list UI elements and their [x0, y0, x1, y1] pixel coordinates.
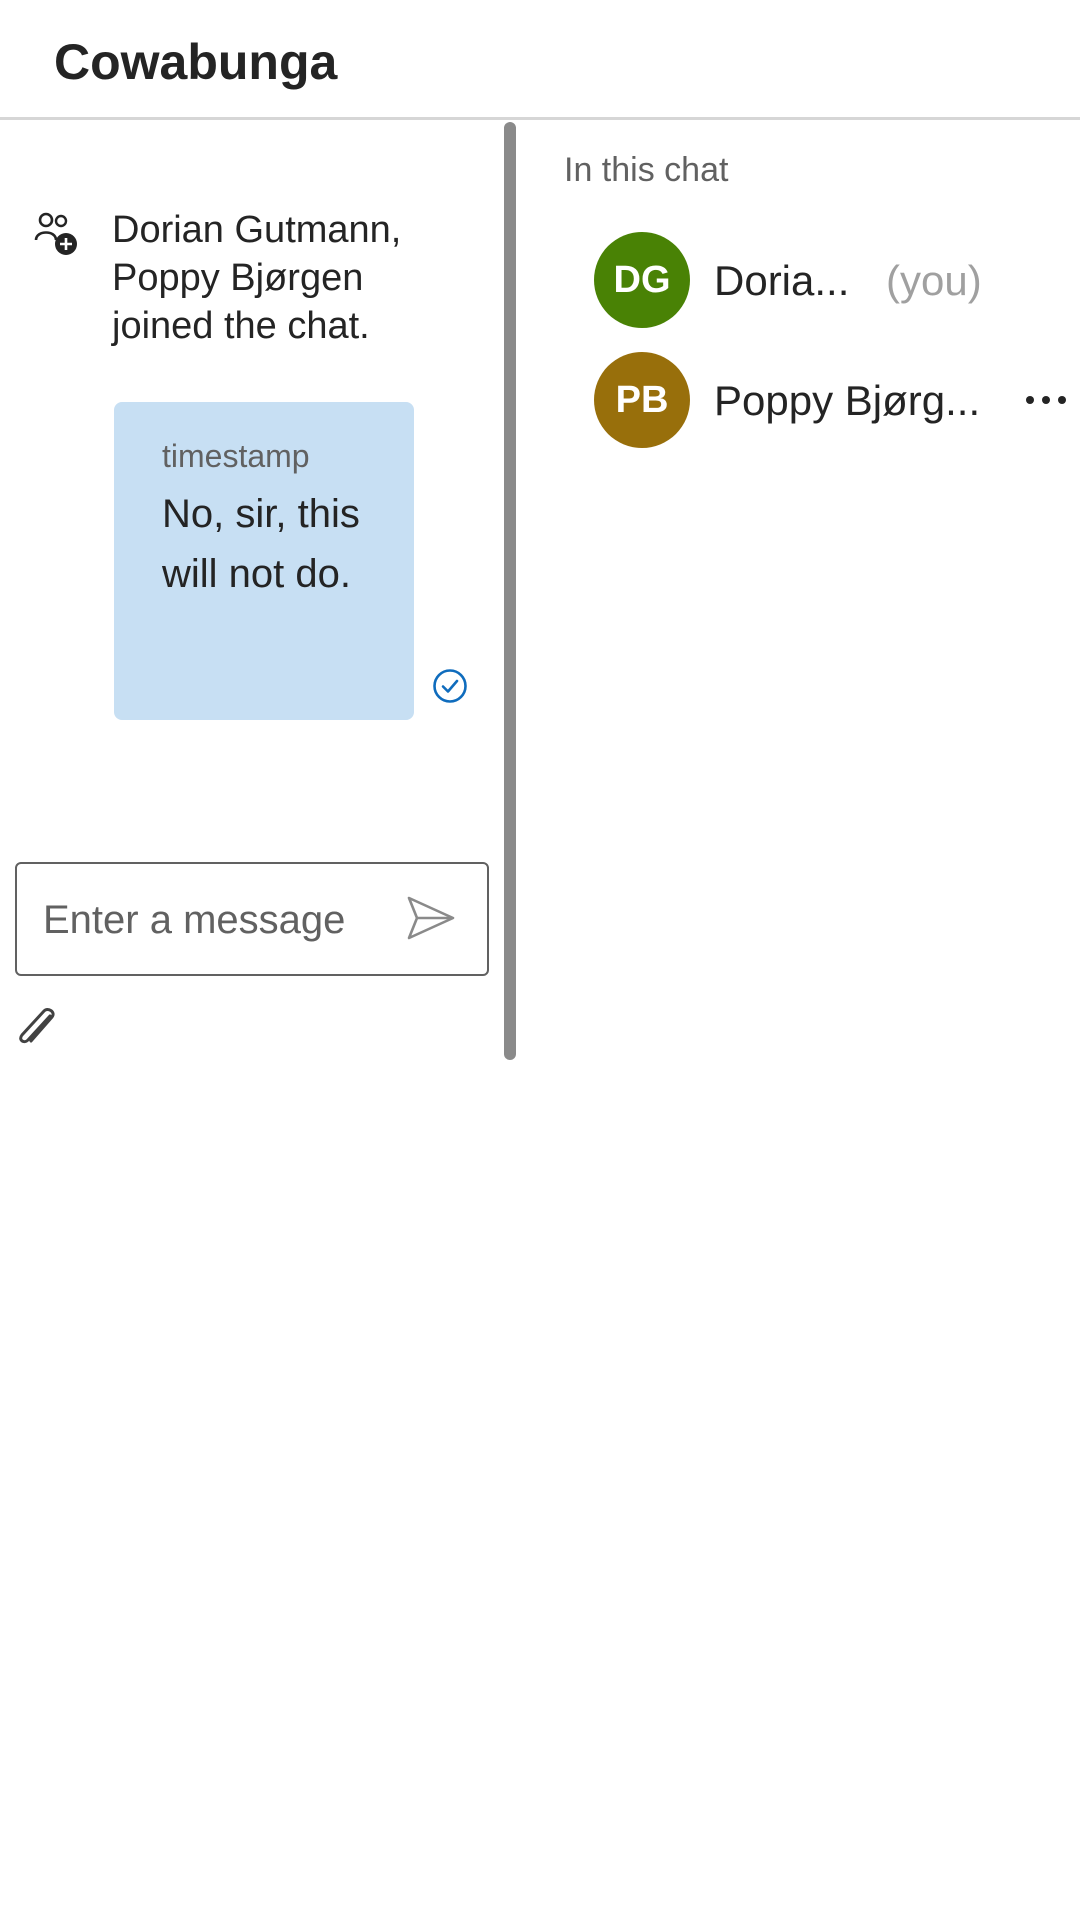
- paperclip-icon[interactable]: [14, 1002, 60, 1054]
- pane-divider-scrollbar[interactable]: [504, 122, 516, 1060]
- participant-item[interactable]: DG Doria... (you): [594, 232, 1080, 328]
- avatar: DG: [594, 232, 690, 328]
- more-horizontal-icon[interactable]: [1022, 378, 1070, 422]
- check-circle-icon: [433, 669, 467, 703]
- participant-item[interactable]: PB Poppy Bjørg...: [594, 352, 1080, 448]
- people-add-icon: [34, 212, 77, 255]
- message-input[interactable]: [41, 886, 375, 954]
- people-heading: In this chat: [564, 151, 729, 189]
- message-composer: [15, 862, 489, 976]
- chat-title: Cowabunga: [54, 34, 338, 90]
- message-text: No, sir, this will not do.: [162, 492, 360, 596]
- chat-app: Cowabunga Dorian Gutmann, Poppy Bjørgen …: [0, 0, 1080, 1920]
- send-icon[interactable]: [405, 892, 457, 944]
- participant-you-label: (you): [886, 257, 982, 304]
- chat-pane: Dorian Gutmann, Poppy Bjørgen joined the…: [0, 122, 500, 1062]
- system-message-text: Dorian Gutmann, Poppy Bjørgen joined the…: [112, 209, 402, 347]
- message-bubble[interactable]: timestamp No, sir, this will not do.: [114, 402, 414, 720]
- header: Cowabunga: [0, 0, 1080, 120]
- avatar: PB: [594, 352, 690, 448]
- people-pane: In this chat DG Doria... (you) PB Poppy …: [540, 122, 1080, 1062]
- participant-name: Doria...: [714, 257, 850, 304]
- message-timestamp: timestamp: [162, 438, 310, 474]
- participant-name: Poppy Bjørg...: [714, 377, 981, 424]
